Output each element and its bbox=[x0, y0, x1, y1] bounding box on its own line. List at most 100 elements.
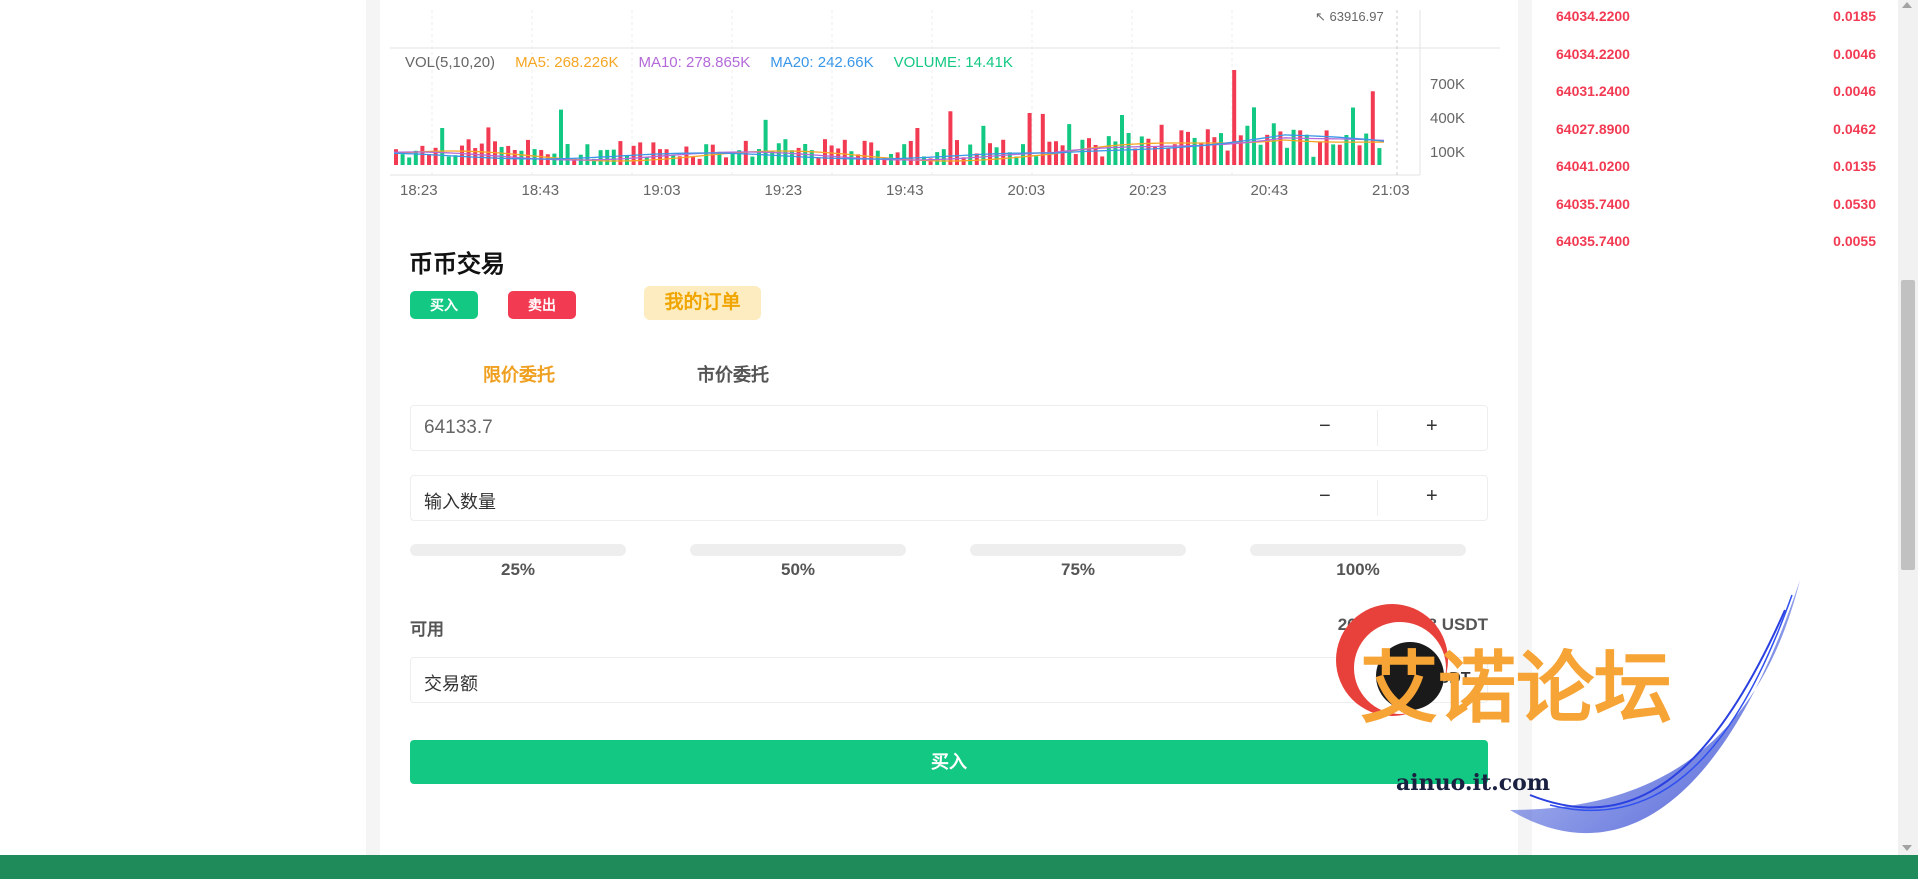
orderbook-qty: 0.0135 bbox=[1833, 158, 1876, 174]
gutter-left bbox=[366, 0, 380, 879]
legend-ma10: MA10: 278.865K bbox=[638, 54, 751, 71]
orderbook-qty: 0.0185 bbox=[1833, 8, 1876, 24]
volume-bar bbox=[644, 157, 649, 165]
legend-ma20: MA20: 242.66K bbox=[770, 54, 874, 71]
volume-bar bbox=[1192, 137, 1197, 165]
percent-label-100[interactable]: 100% bbox=[1250, 560, 1466, 580]
orderbook-row[interactable]: 64034.2200 0.0046 bbox=[1556, 46, 1880, 76]
vertical-scrollbar[interactable] bbox=[1898, 0, 1918, 855]
volume-bar bbox=[1364, 133, 1369, 165]
orderbook-price: 64041.0200 bbox=[1556, 158, 1630, 174]
page-margin-left bbox=[0, 0, 366, 879]
quantity-input[interactable]: 输入数量 bbox=[424, 488, 496, 514]
buy-tab-button[interactable]: 买入 bbox=[410, 291, 478, 319]
volume-bar bbox=[1027, 113, 1032, 165]
volume-bar bbox=[1271, 123, 1276, 165]
volume-bar bbox=[1351, 107, 1355, 165]
volume-bar bbox=[842, 139, 847, 165]
my-orders-button[interactable]: 我的订单 bbox=[644, 286, 761, 320]
volume-bar bbox=[1377, 148, 1382, 165]
volume-bar bbox=[526, 139, 530, 165]
volume-bar bbox=[400, 154, 405, 165]
volume-bar bbox=[605, 149, 610, 165]
volume-bar bbox=[908, 140, 913, 165]
quantity-field[interactable]: 输入数量 − + bbox=[410, 475, 1488, 521]
volume-bar bbox=[1040, 113, 1045, 165]
amount-input[interactable]: 交易额 bbox=[424, 670, 478, 696]
percent-label-50[interactable]: 50% bbox=[690, 560, 906, 580]
price-input[interactable]: 64133.7 bbox=[424, 417, 493, 439]
volume-bar bbox=[1205, 129, 1210, 165]
volume-bar bbox=[1133, 148, 1138, 165]
volume-bar bbox=[638, 142, 643, 165]
legend-vol: VOL(5,10,20) bbox=[405, 54, 496, 71]
quantity-decrease-button[interactable]: − bbox=[1319, 485, 1331, 508]
x-tick-label: 18:23 bbox=[400, 182, 438, 199]
percent-label-75[interactable]: 75% bbox=[970, 560, 1186, 580]
orderbook-qty: 0.0530 bbox=[1833, 195, 1876, 212]
x-tick-label: 19:03 bbox=[643, 182, 681, 199]
orderbook-row[interactable]: 64035.7400 0.0055 bbox=[1556, 233, 1880, 263]
price-decrease-button[interactable]: − bbox=[1319, 415, 1331, 438]
volume-bar bbox=[427, 154, 431, 165]
orderbook-row[interactable]: 64035.7400 0.0530 bbox=[1556, 196, 1880, 226]
volume-bar bbox=[1265, 134, 1270, 165]
x-tick-label: 20:03 bbox=[1008, 182, 1046, 199]
volume-bar bbox=[460, 145, 464, 165]
legend-ma5: MA5: 268.226K bbox=[515, 54, 619, 71]
quantity-increase-button[interactable]: + bbox=[1426, 485, 1438, 508]
orderbook-qty: 0.0055 bbox=[1833, 233, 1876, 249]
orderbook-row[interactable]: 64031.2400 0.0046 bbox=[1556, 83, 1880, 113]
stepper-divider bbox=[1377, 480, 1378, 516]
orderbook-price: 64035.7400 bbox=[1556, 233, 1630, 249]
volume-bar bbox=[697, 158, 702, 165]
volume-bar bbox=[407, 157, 412, 165]
percent-slider-75[interactable] bbox=[970, 544, 1186, 556]
percent-slider-100[interactable] bbox=[1250, 544, 1466, 556]
volume-bar bbox=[1285, 147, 1289, 165]
volume-bar bbox=[829, 145, 834, 165]
amount-field[interactable]: 交易额 USDT bbox=[410, 657, 1488, 703]
amount-unit: USDT bbox=[1427, 670, 1471, 687]
volume-bar bbox=[1219, 133, 1223, 165]
orderbook-price: 64031.2400 bbox=[1556, 83, 1630, 99]
tab-market-order[interactable]: 市价委托 bbox=[697, 361, 769, 387]
orderbook-row[interactable]: 64034.2200 0.0185 bbox=[1556, 8, 1880, 38]
submit-buy-button[interactable]: 买入 bbox=[410, 740, 1488, 784]
volume-bar bbox=[440, 127, 445, 165]
volume-bar bbox=[1212, 137, 1217, 165]
sell-tab-button[interactable]: 卖出 bbox=[508, 291, 576, 319]
percent-slider-25[interactable] bbox=[410, 544, 626, 556]
x-tick-label: 20:43 bbox=[1251, 182, 1289, 199]
volume-bar bbox=[1337, 144, 1342, 165]
percent-slider-50[interactable] bbox=[690, 544, 906, 556]
price-field[interactable]: 64133.7 − + bbox=[410, 405, 1488, 451]
orderbook-row[interactable]: 64027.8900 0.0462 bbox=[1556, 121, 1880, 151]
x-tick-label: 21:03 bbox=[1372, 182, 1410, 199]
volume-bar bbox=[559, 109, 563, 165]
volume-bar bbox=[1120, 115, 1124, 165]
price-increase-button[interactable]: + bbox=[1426, 415, 1438, 438]
volume-bar bbox=[1067, 124, 1072, 165]
volume-bar bbox=[1073, 154, 1078, 165]
volume-bar bbox=[1166, 148, 1171, 165]
orderbook-qty: 0.0046 bbox=[1833, 83, 1876, 99]
volume-bar bbox=[1357, 145, 1362, 165]
volume-bar bbox=[1060, 145, 1065, 165]
percent-label-25[interactable]: 25% bbox=[410, 560, 626, 580]
volume-chart[interactable]: ↖ 63916.97 700K 400K 100K 18:23 18:43 19:03 19:… bbox=[390, 0, 1510, 200]
volume-bar bbox=[1278, 131, 1283, 165]
volume-bar bbox=[532, 149, 537, 165]
scroll-up-arrow-icon[interactable] bbox=[1902, 2, 1912, 8]
volume-bar bbox=[783, 139, 788, 165]
orderbook-row[interactable]: 64041.0200 0.0135 bbox=[1556, 158, 1880, 188]
scroll-thumb[interactable] bbox=[1901, 280, 1915, 570]
volume-bar bbox=[658, 149, 662, 165]
orderbook-qty: 0.0462 bbox=[1833, 120, 1876, 137]
scroll-down-arrow-icon[interactable] bbox=[1902, 845, 1912, 851]
y-tick-label: 400K bbox=[1430, 110, 1465, 127]
section-title: 币币交易 bbox=[409, 251, 505, 278]
tab-limit-order[interactable]: 限价委托 bbox=[483, 361, 555, 387]
volume-bar bbox=[862, 140, 867, 165]
volume-bar bbox=[506, 145, 511, 165]
